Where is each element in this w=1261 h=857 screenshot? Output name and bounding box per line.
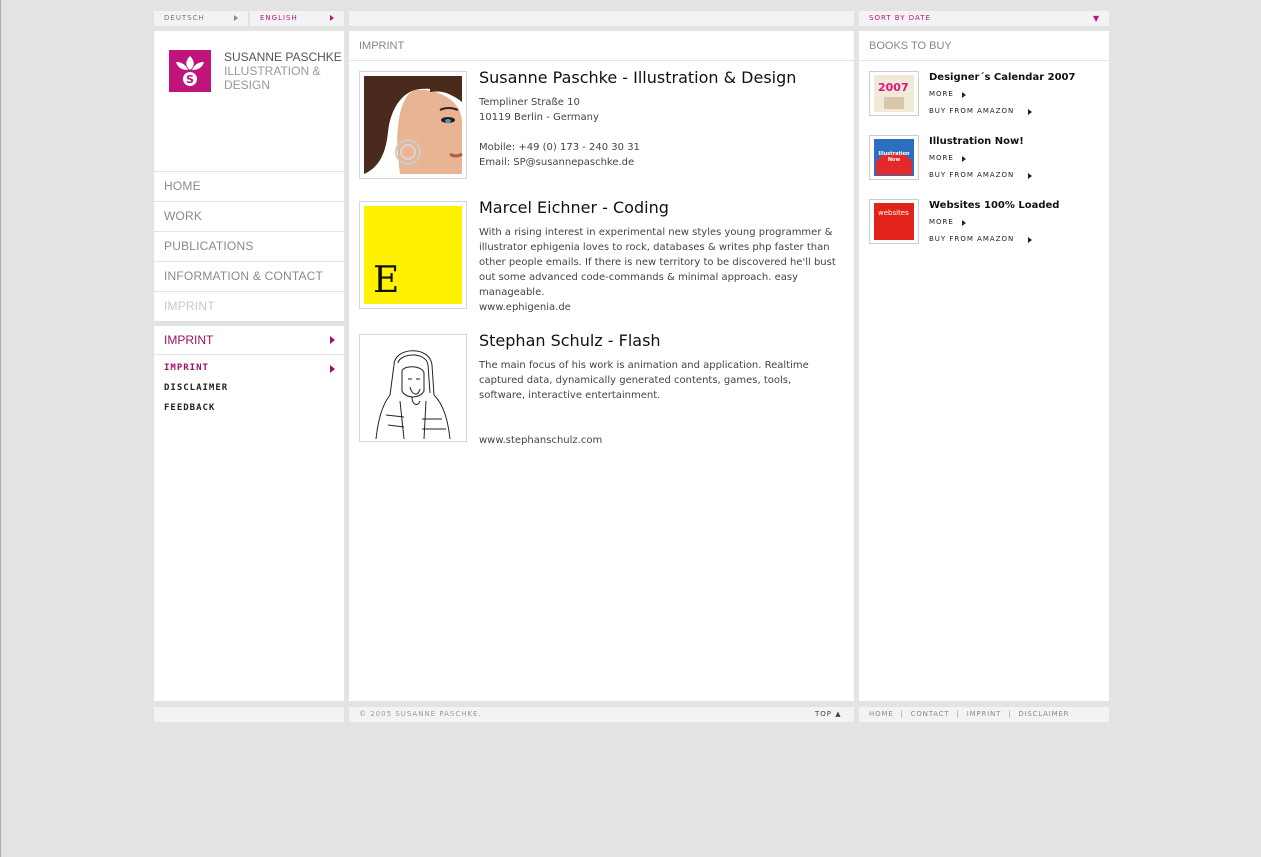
book-cover-websites[interactable]: websites [869, 199, 919, 244]
footer-separator: | [900, 710, 904, 718]
address-street: Templiner Straße 10 [479, 97, 580, 108]
illustration-cover-art: Illustration Now [874, 139, 914, 176]
entry-text-stephan: The main focus of his work is animation … [479, 360, 809, 401]
book-more-illustration-now[interactable]: More [929, 154, 966, 162]
main-panel: Imprint Susanne Paschke - Illustration &… [349, 31, 854, 701]
hooded-figure-sketch-icon [375, 350, 451, 440]
main-header: Imprint [359, 40, 405, 52]
entry-title-susanne: Susanne Paschke - Illustration & Design [479, 68, 797, 87]
address-city: 10119 Berlin - Germany [479, 112, 599, 123]
arrow-right-icon [1028, 173, 1032, 179]
book-cover-calendar[interactable]: 2007 [869, 71, 919, 116]
lang-deutsch[interactable]: Deutsch [154, 11, 248, 26]
arrow-right-icon [1028, 237, 1032, 243]
top-link[interactable]: Top ▲ [815, 707, 842, 722]
book-title-websites[interactable]: Websites 100% Loaded [929, 200, 1059, 211]
footer-link-disclaimer[interactable]: Disclaimer [1018, 710, 1069, 718]
svg-text:S: S [186, 73, 194, 86]
nav-imprint[interactable]: Imprint [154, 291, 344, 320]
logo[interactable]: S [169, 50, 211, 92]
arrow-right-icon [330, 15, 334, 21]
arrow-right-icon [962, 220, 966, 226]
brand-line-3: Design [224, 78, 271, 92]
woman-portrait-icon [364, 76, 463, 174]
arrow-right-icon [330, 365, 335, 373]
subnav-title[interactable]: Imprint [154, 326, 344, 355]
sort-dropdown[interactable]: Sort by date ▼ [859, 11, 1109, 26]
copyright: © 2005 Susanne Paschke. [359, 710, 482, 718]
books-panel: Books to buy 2007 Designer´s Calendar 20… [859, 31, 1109, 701]
book-buy-websites[interactable]: Buy from Amazon [929, 235, 1032, 243]
arrow-right-icon [962, 156, 966, 162]
subnav-panel: Imprint Imprint Disclaimer Feedback [154, 326, 344, 701]
footer-link-imprint[interactable]: Imprint [967, 710, 1001, 718]
address-spacer [479, 125, 839, 140]
lotus-logo-icon: S [176, 56, 204, 86]
calendar-cover-building [884, 97, 904, 109]
arrow-up-icon: ▲ [835, 710, 842, 718]
chevron-down-icon: ▼ [1093, 14, 1101, 23]
arrow-right-icon [234, 15, 238, 21]
footer-link-contact[interactable]: Contact [911, 710, 950, 718]
subnav-imprint[interactable]: Imprint [164, 363, 335, 373]
footer-link-home[interactable]: Home [869, 710, 893, 718]
book-more-calendar[interactable]: More [929, 90, 966, 98]
brand-name: Susanne Paschke Illustration & Design [224, 50, 342, 92]
websites-cover-art: websites [874, 203, 914, 240]
book-more-websites[interactable]: More [929, 218, 966, 226]
nav-information-contact[interactable]: Information & Contact [154, 261, 344, 290]
footer-right-bar: Home | Contact | Imprint | Disclaimer [859, 707, 1109, 722]
nav-work[interactable]: Work [154, 201, 344, 230]
footer-center-bar: © 2005 Susanne Paschke. Top ▲ [349, 707, 854, 722]
logo-ephigenia: E [359, 201, 467, 309]
entry-title-stephan: Stephan Schulz - Flash [479, 331, 661, 350]
main-header-bar: Imprint [349, 31, 854, 61]
footer-separator: | [1008, 710, 1012, 718]
footer-left-bar [154, 707, 344, 722]
top-center-bar [349, 11, 854, 26]
illustration-cover-text: Illustration Now [878, 151, 910, 163]
book-cover-illustration-now[interactable]: Illustration Now [869, 135, 919, 180]
arrow-right-icon [1028, 109, 1032, 115]
nav-publications[interactable]: Publications [154, 231, 344, 260]
left-panel: S Susanne Paschke Illustration & Design … [154, 31, 344, 321]
entry-text-marcel: With a rising interest in experimental n… [479, 227, 836, 298]
nav-home[interactable]: Home [154, 171, 344, 200]
books-header: Books to buy [869, 40, 952, 52]
websites-cover-text: websites [878, 209, 909, 217]
footer-separator: | [956, 710, 960, 718]
book-buy-illustration-now[interactable]: Buy from Amazon [929, 171, 1032, 179]
portrait-stephan [359, 334, 467, 442]
book-buy-calendar[interactable]: Buy from Amazon [929, 107, 1032, 115]
brand-line-2: Illustration & [224, 64, 321, 78]
subnav-disclaimer[interactable]: Disclaimer [164, 383, 228, 393]
book-title-illustration-now[interactable]: Illustration Now! [929, 136, 1024, 147]
subnav-feedback[interactable]: Feedback [164, 403, 215, 413]
brand-line-1: Susanne Paschke [224, 50, 342, 64]
portrait-susanne [359, 71, 467, 179]
entry-address-susanne: Templiner Straße 10 10119 Berlin - Germa… [479, 95, 839, 170]
books-header-bar: Books to buy [859, 31, 1109, 61]
address-mobile: Mobile: +49 (0) 173 - 240 30 31 [479, 142, 640, 153]
book-title-calendar[interactable]: Designer´s Calendar 2007 [929, 72, 1075, 83]
entry-title-marcel: Marcel Eichner - Coding [479, 198, 669, 217]
ephigenia-letter: E [373, 260, 400, 301]
calendar-cover-art: 2007 [874, 75, 914, 112]
link-stephanschulz[interactable]: www.stephanschulz.com [479, 433, 839, 448]
arrow-right-icon [962, 92, 966, 98]
arrow-right-icon [330, 336, 335, 344]
ephigenia-yellow-square: E [364, 206, 462, 304]
calendar-cover-text: 2007 [878, 81, 909, 94]
link-ephigenia[interactable]: www.ephigenia.de [479, 300, 839, 315]
address-email[interactable]: Email: SP@susannepaschke.de [479, 155, 839, 170]
lang-english[interactable]: English [250, 11, 344, 26]
